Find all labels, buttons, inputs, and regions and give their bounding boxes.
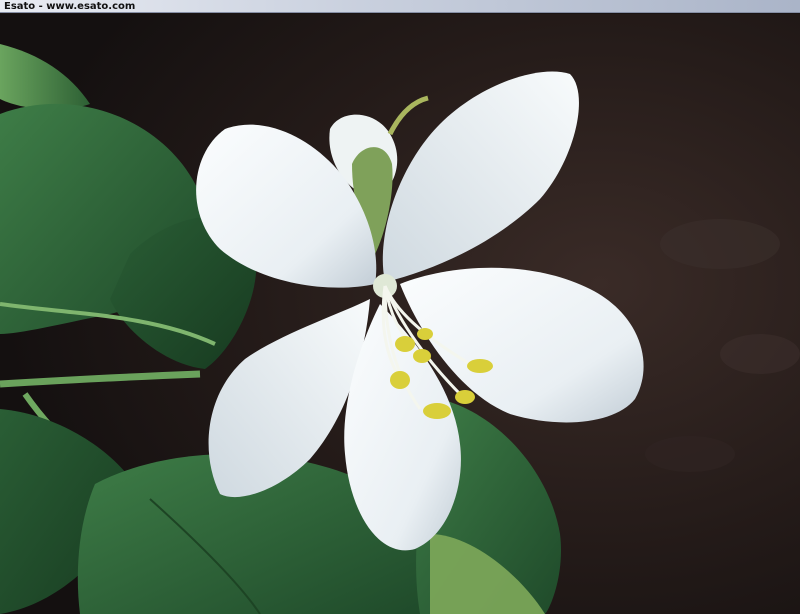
- flower-photo: [0, 14, 800, 614]
- window-title-bar: Esato - www.esato.com: [0, 0, 800, 13]
- window-title: Esato - www.esato.com: [4, 1, 136, 12]
